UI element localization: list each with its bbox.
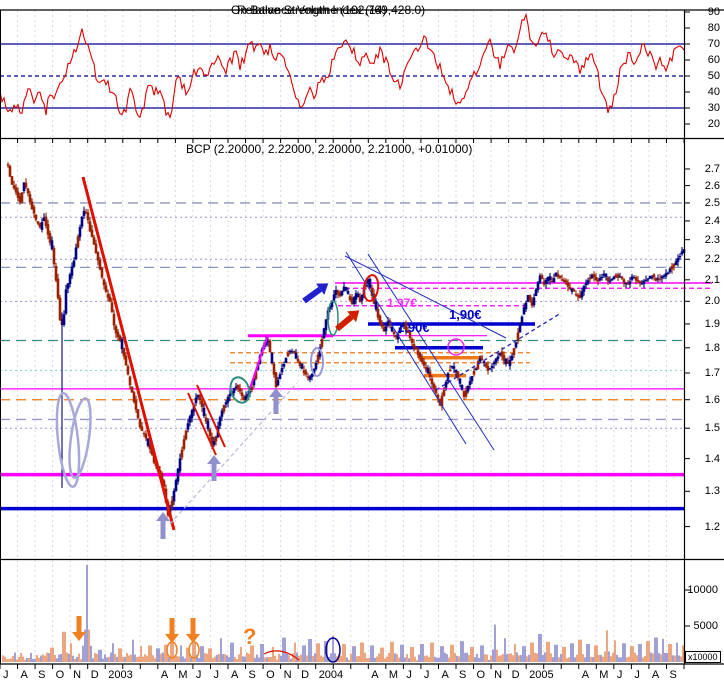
x-axis-month-label: O [55, 669, 65, 681]
x-axis-month-label: A [160, 669, 169, 681]
x-axis-month-label: J [195, 669, 202, 681]
question-mark-annotation[interactable]: ? [243, 624, 256, 650]
price-y-axis-label: 2.3 [704, 233, 720, 246]
chart-canvas [0, 9, 724, 669]
price-y-axis-label: 2.2 [704, 253, 720, 266]
price-y-axis-label: 1.2 [704, 520, 720, 533]
x-axis-month-label: N [283, 669, 292, 681]
rsi-y-axis-label: 20 [707, 118, 720, 130]
price-pane-title: BCP (2.20000, 2.22000, 2.20000, 2.21000,… [186, 142, 473, 156]
rsi-y-axis-label: 90 [707, 6, 720, 18]
x-axis-month-label: A [441, 669, 449, 681]
panel-borders [0, 9, 724, 669]
x-axis-month-label: N [73, 669, 82, 681]
rsi-y-axis-label: 60 [707, 54, 720, 66]
price-y-axis-label: 2.6 [704, 179, 720, 192]
price-y-axis-label: 2.7 [704, 162, 720, 175]
x-axis-month-label: D [511, 669, 520, 681]
price-y-axis-label: 2.1 [704, 273, 720, 286]
price-y-axis-label: 2.0 [704, 295, 720, 308]
x-axis-month-label: M [388, 669, 399, 681]
x-axis-month-label: J [406, 669, 412, 681]
x-axis-month-label: M [178, 669, 188, 681]
price-level-label-190-right[interactable]: 1,90€ [449, 307, 482, 322]
x-axis-month-label: A [371, 669, 379, 681]
x-axis-month-label: J [213, 669, 219, 681]
volume-multiplier-label: x10000 [685, 651, 721, 663]
rsi-y-axis-label: 70 [707, 38, 720, 50]
x-axis-month-label: M [599, 669, 609, 681]
x-axis-month-label: J [423, 669, 430, 681]
stock-chart-window: On Balance Volume (102,769,428.0) Relati… [0, 0, 724, 685]
price-level-label-197[interactable]: 1.97€ [387, 296, 417, 310]
x-axis-month-label: D [90, 669, 99, 681]
price-y-axis-label: 1.6 [704, 393, 720, 406]
x-axis-month-label: D [301, 669, 310, 681]
price-y-axis-label: 1.4 [704, 452, 720, 465]
x-axis-year-label: 2005 [529, 669, 554, 681]
rsi-line [0, 12, 685, 120]
rsi-y-axis-label: 30 [707, 102, 720, 114]
rsi-y-axis-label: 40 [707, 86, 720, 98]
x-axis-year-label: 2004 [318, 669, 344, 681]
x-axis-month-label: S [459, 669, 467, 681]
volume-spike-arrow-2[interactable] [165, 618, 179, 643]
x-axis-month-label: N [494, 669, 503, 681]
indicator-title-rsi: Relative Strength Index (14) [237, 3, 387, 17]
blue-breakout-arrow[interactable] [300, 278, 332, 307]
rsi-y-axis-label: 80 [707, 22, 720, 34]
volume-y-axis-label: 10000 [687, 584, 718, 596]
major-downtrend-line[interactable] [81, 176, 176, 531]
x-axis-month-label: A [20, 669, 28, 681]
price-y-axis-label: 2.5 [704, 196, 720, 209]
x-axis-month-label: S [669, 669, 677, 681]
x-axis-month-label: A [231, 669, 239, 681]
buy-signal-arrow-2[interactable] [207, 455, 221, 481]
orange-volume-arc-2[interactable] [188, 641, 200, 659]
x-axis-month-label: O [266, 669, 275, 681]
x-axis-month-label: J [3, 669, 9, 681]
price-y-axis-label: 1.8 [704, 341, 720, 354]
x-axis-year-label: 2003 [108, 669, 133, 681]
volume-spike-arrow-3[interactable] [186, 618, 200, 643]
volume-y-axis-label: 5000 [693, 620, 718, 632]
x-axis-month-label: J [616, 669, 623, 681]
x-axis-month-label: S [38, 669, 46, 681]
volume-spike-arrow-1[interactable] [72, 616, 86, 641]
rsi-level-lines [0, 43, 684, 109]
x-axis-month-label: S [248, 669, 256, 681]
price-y-axis-label: 1.3 [704, 485, 720, 498]
price-y-axis-label: 1.5 [704, 422, 720, 435]
magenta-impulse-line[interactable] [249, 334, 269, 389]
x-axis-month-label: A [651, 669, 660, 681]
price-y-axis-label: 1.9 [704, 317, 720, 330]
price-y-axis-label: 1.7 [704, 366, 720, 379]
volume-bars [2, 564, 684, 662]
support-resistance-lines[interactable] [0, 202, 712, 511]
price-level-label-190-left[interactable]: 1,90€ [397, 320, 430, 335]
x-axis-month-label: O [476, 669, 486, 681]
x-axis-month-label: J [634, 669, 640, 681]
price-y-axis-label: 2.4 [704, 214, 720, 227]
rsi-y-axis-label: 50 [707, 70, 720, 82]
x-axis-month-label: A [581, 669, 590, 681]
